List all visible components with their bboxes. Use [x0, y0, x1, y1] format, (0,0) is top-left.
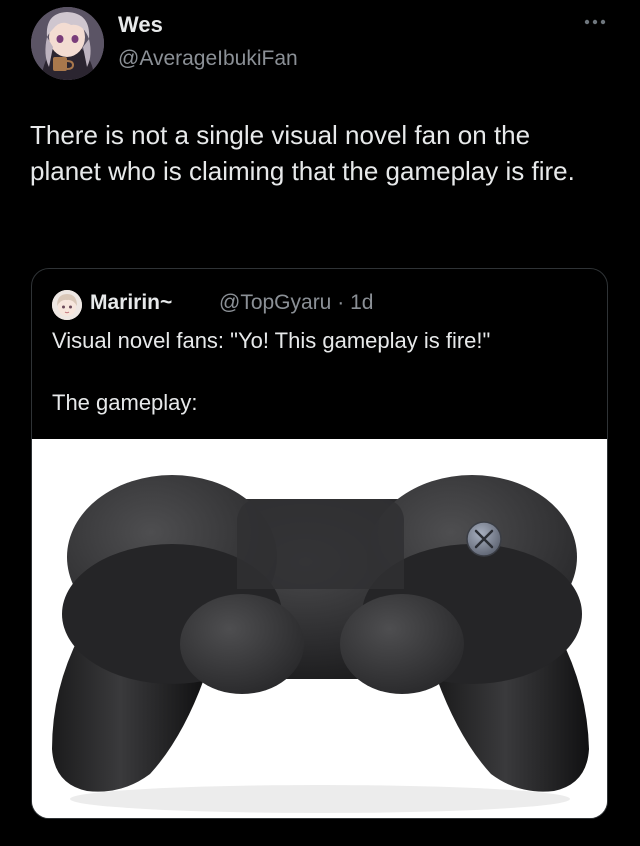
quoted-tweet-media[interactable]	[32, 439, 607, 818]
anime-avatar-icon	[31, 7, 104, 80]
meta-separator: ·	[337, 291, 345, 314]
anime-avatar-icon	[52, 290, 82, 320]
quoted-author-avatar[interactable]	[52, 290, 82, 320]
author-avatar[interactable]	[31, 7, 104, 80]
author-handle[interactable]: @AverageIbukiFan	[118, 47, 298, 71]
quoted-author-meta: @TopGyaru · 1d	[219, 291, 373, 315]
author-display-name[interactable]: Wes	[118, 12, 163, 38]
quoted-tweet-text: Visual novel fans: "Yo! This gameplay is…	[52, 325, 592, 418]
one-button-gamepad-image	[32, 439, 607, 818]
quoted-author-handle[interactable]: @TopGyaru	[219, 291, 331, 314]
quoted-author-display-name[interactable]: Maririn~	[90, 291, 172, 315]
quoted-tweet-time[interactable]: 1d	[350, 291, 373, 314]
tweet: Wes @AverageIbukiFan There is not a sing…	[0, 0, 640, 846]
quoted-text-line: The gameplay:	[52, 390, 198, 415]
ellipsis-icon[interactable]	[583, 14, 607, 25]
quoted-text-line: Visual novel fans: "Yo! This gameplay is…	[52, 328, 491, 353]
tweet-text: There is not a single visual novel fan o…	[30, 120, 575, 186]
quoted-tweet-card[interactable]: Maririn~ @TopGyaru · 1d Visual novel fan…	[31, 268, 608, 819]
